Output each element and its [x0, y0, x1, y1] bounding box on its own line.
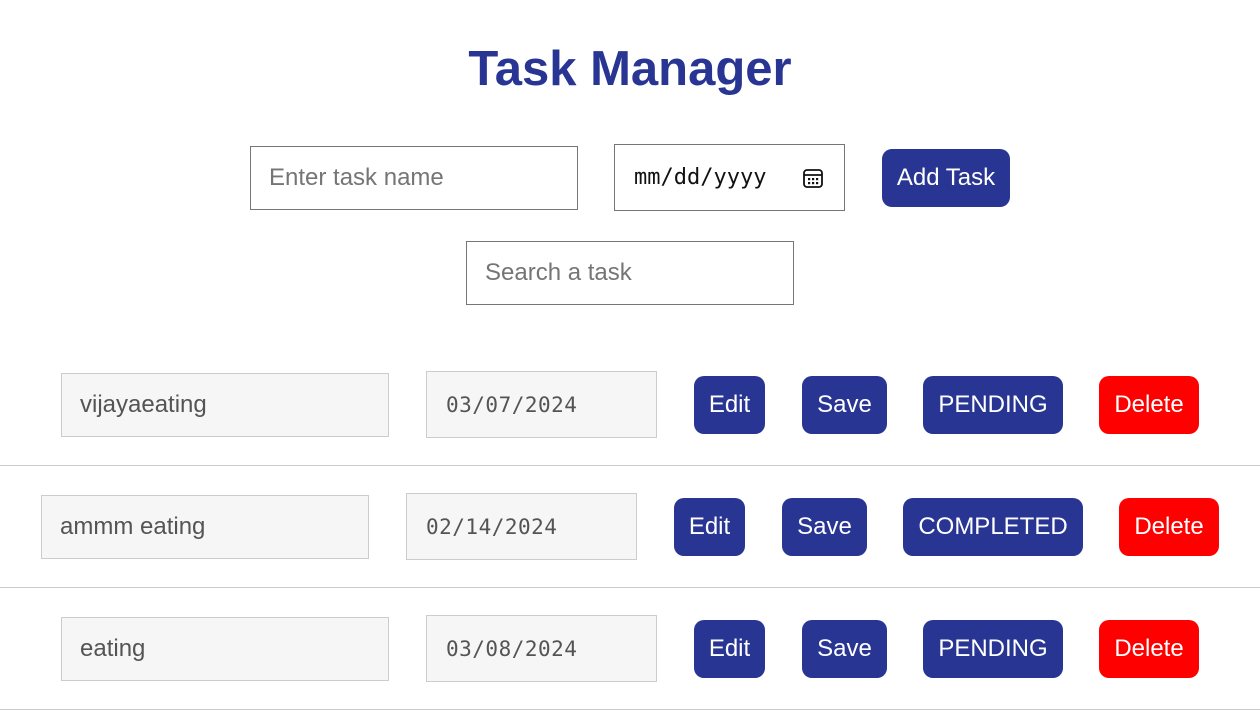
task-name-field[interactable]: vijayaeating	[61, 373, 389, 437]
task-name-field[interactable]: ammm eating	[41, 495, 369, 559]
save-button[interactable]: Save	[782, 498, 867, 556]
save-button[interactable]: Save	[802, 620, 887, 678]
edit-button[interactable]: Edit	[694, 620, 765, 678]
delete-button[interactable]: Delete	[1099, 620, 1199, 678]
add-task-button[interactable]: Add Task	[882, 149, 1010, 207]
task-name-field[interactable]: eating	[61, 617, 389, 681]
search-input[interactable]: Search a task	[466, 241, 794, 305]
task-row: eating 03/08/2024 Edit Save PENDING Dele…	[0, 588, 1260, 710]
task-row: ammm eating 02/14/2024 Edit Save COMPLET…	[0, 466, 1260, 588]
edit-button[interactable]: Edit	[694, 376, 765, 434]
task-name-input[interactable]: Enter task name	[250, 146, 578, 210]
task-date-field[interactable]: 02/14/2024	[406, 493, 637, 560]
status-button[interactable]: COMPLETED	[903, 498, 1083, 556]
date-placeholder: mm/dd/yyyy	[634, 165, 767, 190]
delete-button[interactable]: Delete	[1119, 498, 1219, 556]
status-button[interactable]: PENDING	[923, 620, 1063, 678]
task-row: vijayaeating 03/07/2024 Edit Save PENDIN…	[0, 362, 1260, 466]
edit-button[interactable]: Edit	[674, 498, 745, 556]
task-manager-page: Task Manager Enter task name mm/dd/yyyy …	[0, 0, 1260, 712]
task-date-field[interactable]: 03/07/2024	[426, 371, 657, 438]
save-button[interactable]: Save	[802, 376, 887, 434]
page-title: Task Manager	[468, 42, 792, 96]
task-date-field[interactable]: 03/08/2024	[426, 615, 657, 682]
status-button[interactable]: PENDING	[923, 376, 1063, 434]
task-date-input[interactable]: mm/dd/yyyy	[614, 144, 845, 211]
calendar-icon[interactable]	[802, 167, 824, 189]
delete-button[interactable]: Delete	[1099, 376, 1199, 434]
